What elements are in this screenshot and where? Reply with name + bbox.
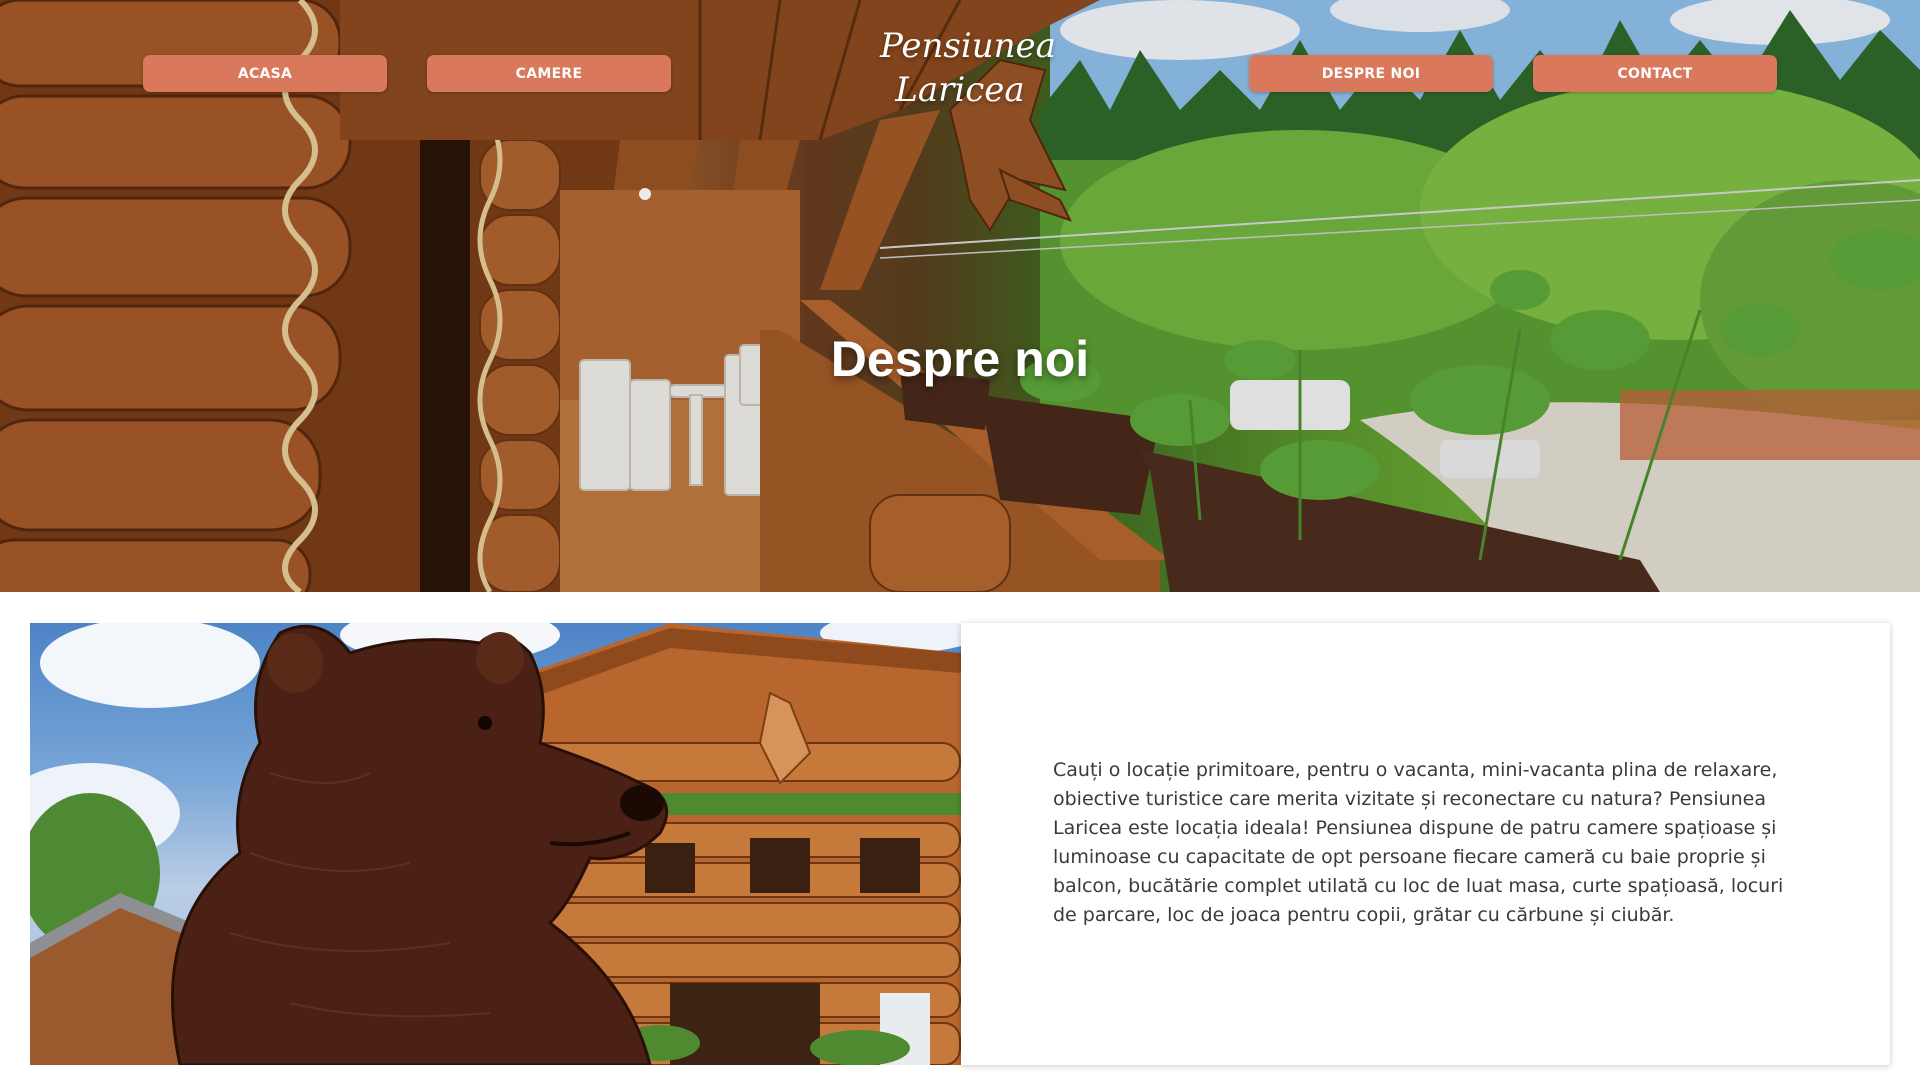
bear-sculpture-image — [30, 623, 961, 1065]
logo-line-2: Laricea — [895, 70, 1025, 110]
about-photo-illustration — [30, 623, 961, 1065]
hero-banner: ACASA CAMERE DESPRE NOI CONTACT Pensiune… — [0, 0, 1920, 592]
nav-camere-button[interactable]: CAMERE — [427, 55, 671, 92]
nav-despre-noi-button[interactable]: DESPRE NOI — [1249, 55, 1493, 92]
nav-acasa-button[interactable]: ACASA — [143, 55, 387, 92]
about-description: Cauți o locație primitoare, pentru o vac… — [1053, 759, 1784, 926]
about-text-card: Cauți o locație primitoare, pentru o vac… — [961, 623, 1890, 1065]
site-logo[interactable]: Pensiunea Laricea — [880, 24, 1056, 112]
page-title: Despre noi — [830, 331, 1090, 387]
logo-line-1: Pensiunea — [880, 26, 1056, 66]
nav-contact-button[interactable]: CONTACT — [1533, 55, 1777, 92]
